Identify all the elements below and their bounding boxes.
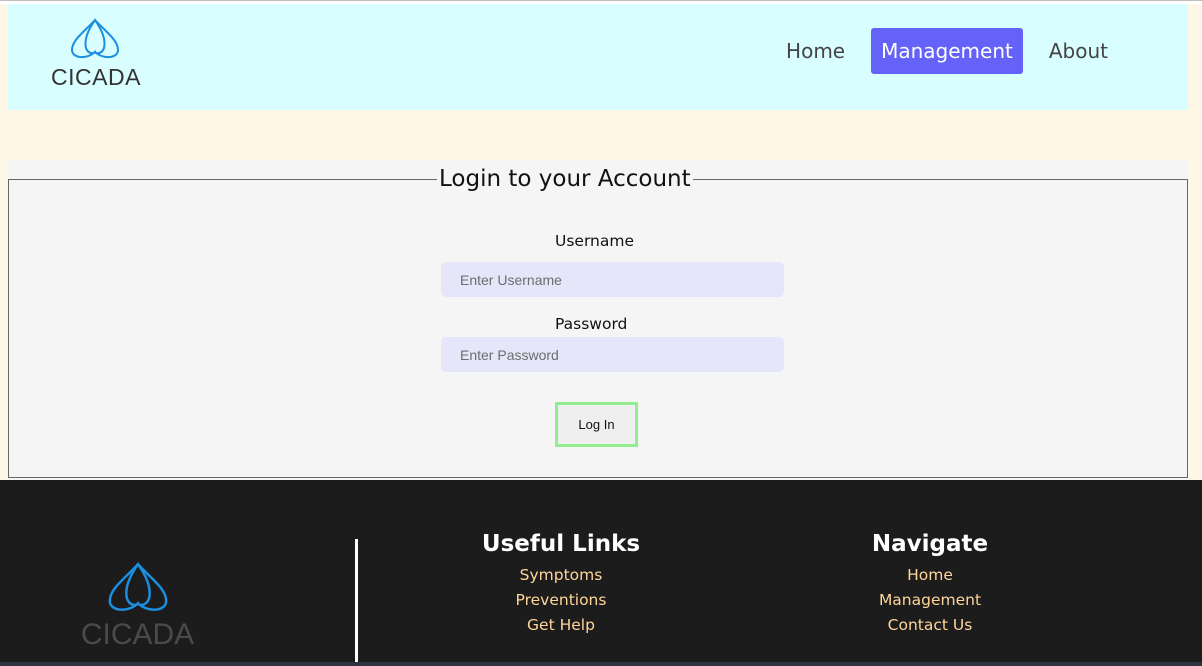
- login-title: Login to your Account: [439, 166, 691, 192]
- nav-item-home[interactable]: Home: [776, 28, 855, 74]
- login-section: Login to your Account Username Password …: [8, 160, 1188, 480]
- footer-link-symptoms[interactable]: Symptoms: [476, 563, 646, 588]
- navigate-heading: Navigate: [871, 531, 989, 557]
- footer-link-preventions[interactable]: Preventions: [476, 588, 646, 613]
- username-input[interactable]: [441, 262, 784, 297]
- login-button[interactable]: Log In: [555, 402, 638, 447]
- username-label: Username: [555, 232, 635, 250]
- footer-bottom-strip: [0, 662, 1202, 666]
- footer-navigate: Navigate Home Management Contact Us: [855, 531, 1005, 638]
- brand-name: CICADA: [51, 64, 141, 90]
- site-header: CICADA Home Management About: [8, 4, 1188, 110]
- password-input[interactable]: [441, 337, 784, 372]
- footer-link-management[interactable]: Management: [855, 588, 1005, 613]
- footer-brand-name: CICADA: [80, 618, 195, 651]
- footer-divider: [355, 539, 358, 666]
- cicada-wings-logo-icon: [108, 562, 168, 611]
- nav-item-management[interactable]: Management: [871, 28, 1023, 74]
- password-label: Password: [555, 315, 628, 333]
- footer-link-home[interactable]: Home: [855, 563, 1005, 588]
- footer-link-get-help[interactable]: Get Help: [476, 613, 646, 638]
- main-nav: Home Management About: [776, 28, 1118, 74]
- cicada-wings-logo-icon: [70, 18, 120, 58]
- brand-logo[interactable]: CICADA: [46, 18, 146, 90]
- footer-link-contact-us[interactable]: Contact Us: [855, 613, 1005, 638]
- useful-links-heading: Useful Links: [481, 531, 641, 557]
- nav-item-about[interactable]: About: [1039, 28, 1118, 74]
- footer-useful-links: Useful Links Symptoms Preventions Get He…: [476, 531, 646, 638]
- footer-brand-logo[interactable]: CICADA: [75, 560, 200, 651]
- site-footer: CICADA Useful Links Symptoms Preventions…: [0, 480, 1202, 666]
